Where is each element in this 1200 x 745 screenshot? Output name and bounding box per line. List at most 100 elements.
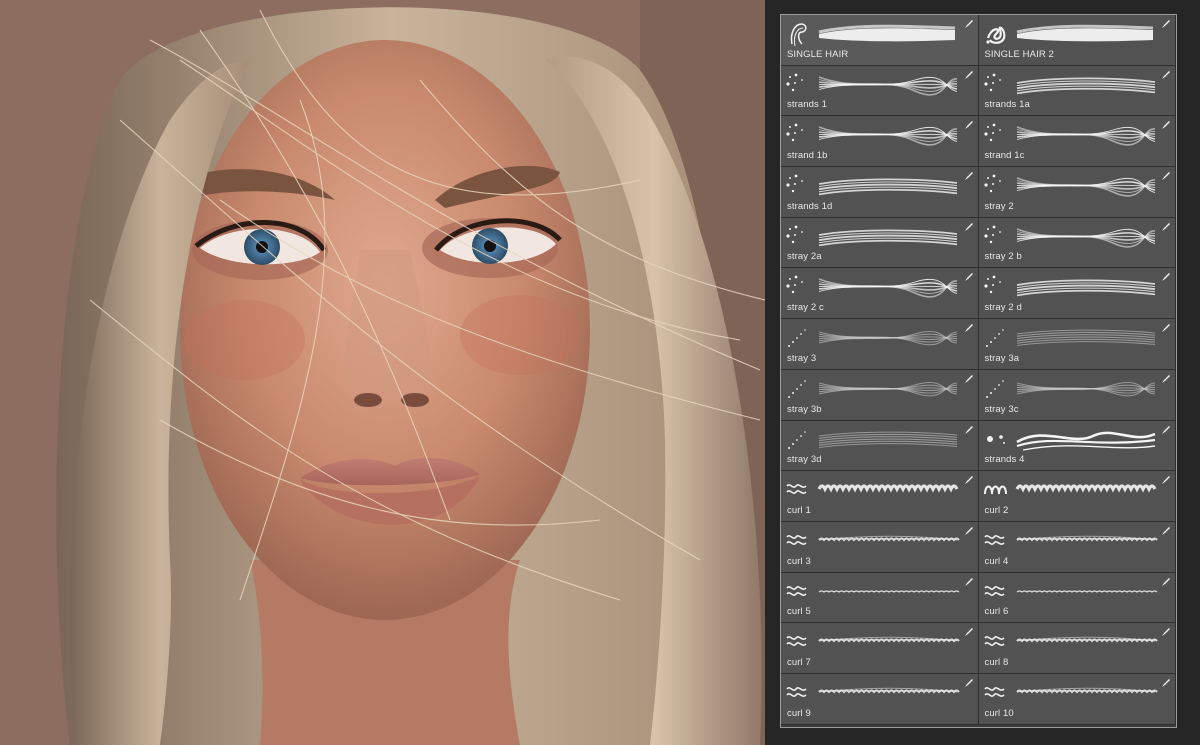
brush-edit-icon[interactable] (1161, 272, 1171, 282)
brush-stroke-preview (1016, 279, 1155, 297)
brush-grid: SINGLE HAIR SINGLE HAIR 2 strands 1 strands… (781, 15, 1176, 727)
brush-stroke-preview (818, 331, 958, 346)
brush-preset[interactable]: curl 7 (781, 623, 979, 674)
brush-preset[interactable]: strands 1d (781, 167, 979, 218)
brush-preset[interactable]: stray 3b (781, 369, 979, 421)
brush-tip-icon (983, 585, 1005, 596)
brush-stroke-preview (1015, 484, 1156, 493)
brush-presets-panel: SINGLE HAIR SINGLE HAIR 2 strands 1 strands… (780, 14, 1177, 728)
brush-edit-icon[interactable] (1161, 222, 1171, 232)
brush-edit-icon[interactable] (964, 272, 974, 282)
brush-preset[interactable]: stray 2 d (978, 268, 1176, 320)
brush-tip-icon (786, 636, 807, 647)
brush-preset[interactable]: stray 2a (781, 217, 979, 269)
brush-edit-icon[interactable] (1161, 627, 1171, 637)
brush-edit-icon[interactable] (1161, 19, 1171, 29)
brush-edit-icon[interactable] (1161, 678, 1171, 688)
brush-label: strand 1b (787, 150, 828, 162)
brush-edit-icon[interactable] (964, 120, 974, 130)
brush-edit-icon[interactable] (1161, 475, 1171, 485)
brush-stroke-preview (818, 24, 956, 42)
brush-tip-icon (983, 276, 1001, 294)
brush-edit-icon[interactable] (964, 374, 974, 384)
brush-stroke-preview (1016, 77, 1155, 94)
brush-edit-icon[interactable] (1161, 526, 1171, 536)
brush-preset[interactable]: curl 2 (978, 471, 1176, 522)
brush-edit-icon[interactable] (964, 526, 974, 536)
brush-label: stray 2 (984, 200, 1014, 212)
brush-preset[interactable]: strands 4 (978, 420, 1176, 472)
brush-label: stray 3a (984, 352, 1020, 364)
brush-label: stray 2 d (984, 302, 1022, 314)
brush-label: curl 4 (984, 555, 1009, 567)
brush-stroke-preview (818, 278, 958, 299)
brush-stroke-preview (818, 589, 960, 593)
brush-preset[interactable]: curl 5 (781, 572, 979, 624)
brush-edit-icon[interactable] (1161, 425, 1171, 435)
brush-edit-icon[interactable] (1161, 323, 1171, 333)
brush-stroke-preview (818, 229, 958, 247)
brush-preset[interactable]: curl 8 (978, 623, 1176, 674)
brush-tip-icon (986, 434, 1005, 444)
brush-preset[interactable]: stray 3d (781, 420, 979, 472)
brush-edit-icon[interactable] (964, 475, 974, 485)
brush-label: curl 2 (984, 504, 1009, 516)
brush-preset[interactable]: stray 2 (978, 167, 1176, 218)
brush-tip-icon (983, 636, 1005, 647)
brush-stroke-preview (1015, 535, 1158, 542)
brush-preset[interactable]: curl 6 (978, 572, 1176, 624)
brush-label: curl 10 (984, 707, 1014, 719)
brush-preset[interactable]: strands 1 (781, 65, 979, 117)
brush-tip-icon (786, 174, 803, 193)
brush-tip-icon (786, 534, 807, 545)
brush-edit-icon[interactable] (964, 425, 974, 435)
brush-edit-icon[interactable] (964, 323, 974, 333)
brush-stroke-preview (818, 126, 958, 147)
brush-edit-icon[interactable] (1161, 374, 1171, 384)
brush-edit-icon[interactable] (964, 678, 974, 688)
brush-preset[interactable]: SINGLE HAIR 2 (978, 15, 1176, 66)
brush-preset[interactable]: curl 1 (781, 471, 979, 522)
brush-stroke-preview (818, 178, 958, 196)
brush-stroke-preview (1015, 637, 1158, 643)
brush-label: strands 1a (984, 99, 1030, 111)
brush-stroke-preview (818, 381, 958, 397)
brush-edit-icon[interactable] (964, 222, 974, 232)
brush-edit-icon[interactable] (1161, 171, 1171, 181)
brush-label: curl 7 (787, 656, 811, 668)
brush-stroke-preview (1016, 228, 1155, 248)
brush-preset[interactable]: SINGLE HAIR (781, 15, 979, 66)
brush-label: stray 3c (984, 403, 1019, 415)
brush-label: stray 3b (787, 403, 822, 415)
brush-preset[interactable]: curl 3 (781, 521, 979, 573)
brush-preset[interactable]: curl 10 (978, 673, 1176, 725)
brush-tip-icon (786, 225, 803, 243)
brush-stroke-preview (1016, 177, 1155, 197)
brush-preset[interactable]: strands 1a (978, 65, 1176, 117)
brush-stroke-preview (1015, 431, 1156, 451)
brush-tip-icon (788, 430, 806, 449)
brush-preset[interactable]: strand 1c (978, 116, 1176, 168)
brush-edit-icon[interactable] (964, 627, 974, 637)
brush-label: curl 3 (787, 555, 811, 567)
brush-preset[interactable]: stray 2 c (781, 268, 979, 320)
brush-preset[interactable]: curl 4 (978, 521, 1176, 573)
brush-edit-icon[interactable] (964, 171, 974, 181)
brush-edit-icon[interactable] (964, 577, 974, 587)
brush-label: curl 8 (984, 656, 1009, 668)
brush-tip-icon (786, 276, 803, 294)
brush-stroke-preview (818, 75, 958, 96)
brush-edit-icon[interactable] (1161, 70, 1171, 80)
brush-preset[interactable]: stray 2 b (978, 217, 1176, 269)
brush-edit-icon[interactable] (1161, 120, 1171, 130)
brush-tip-icon (790, 23, 807, 46)
brush-preset[interactable]: curl 9 (781, 673, 979, 725)
brush-edit-icon[interactable] (1161, 577, 1171, 587)
brush-preset[interactable]: strand 1b (781, 116, 979, 168)
brush-edit-icon[interactable] (964, 70, 974, 80)
brush-preset[interactable]: stray 3c (978, 369, 1176, 421)
brush-preset[interactable]: stray 3a (978, 319, 1176, 370)
brush-stroke-preview (1016, 381, 1155, 397)
brush-edit-icon[interactable] (964, 19, 974, 29)
brush-preset[interactable]: stray 3 (781, 319, 979, 370)
